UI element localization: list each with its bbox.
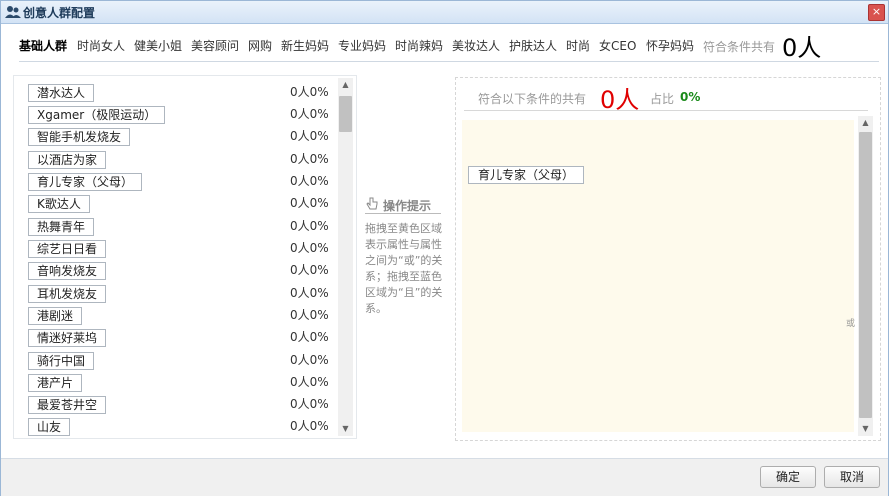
tab-skincare[interactable]: 护肤达人 bbox=[509, 37, 557, 54]
tabs-total-label: 符合条件共有 bbox=[703, 40, 776, 54]
tab-beauty-advisor[interactable]: 美容顾问 bbox=[191, 37, 239, 54]
hint-divider bbox=[365, 213, 441, 214]
audience-chip[interactable]: 以酒店为家 bbox=[28, 151, 107, 169]
audience-count: 0人0% bbox=[290, 241, 329, 255]
scroll-down-icon[interactable]: ▼ bbox=[858, 422, 873, 436]
tab-pregnant-mom[interactable]: 怀孕妈妈 bbox=[646, 37, 694, 54]
title-bar[interactable]: 创意人群配置 × bbox=[1, 1, 888, 24]
audience-count: 0人0% bbox=[290, 196, 329, 210]
cancel-button[interactable]: 取消 bbox=[824, 466, 880, 488]
drop-zone-scrollbar[interactable]: ▲ ▼ bbox=[858, 116, 873, 436]
close-button[interactable]: × bbox=[868, 4, 885, 21]
hint-title: 操作提示 bbox=[383, 199, 432, 213]
category-tabs: 基础人群 时尚女人 健美小姐 美容顾问 网购 新生妈妈 专业妈妈 时尚辣妈 美妆… bbox=[19, 31, 879, 62]
audience-chip[interactable]: 山友 bbox=[28, 418, 71, 436]
audience-chip[interactable]: 潜水达人 bbox=[28, 84, 95, 102]
operation-hint: 操作提示 拖拽至黄色区域表示属性与属性之间为“或”的关系；拖拽至蓝色区域为“且”… bbox=[365, 197, 449, 315]
audience-count: 0人0% bbox=[290, 107, 329, 121]
or-label: 或 bbox=[846, 319, 856, 329]
tab-makeup[interactable]: 美妆达人 bbox=[452, 37, 500, 54]
scroll-up-icon[interactable]: ▲ bbox=[338, 78, 353, 92]
scroll-thumb[interactable] bbox=[859, 132, 872, 418]
audience-chip[interactable]: 情迷好莱坞 bbox=[28, 329, 107, 347]
audience-chip[interactable]: Xgamer（极限运动） bbox=[28, 106, 166, 124]
audience-count: 0人0% bbox=[290, 174, 329, 188]
audience-count: 0人0% bbox=[290, 219, 329, 233]
users-icon bbox=[5, 6, 21, 18]
or-drop-area[interactable]: 育儿专家（父母） 或 bbox=[462, 120, 856, 432]
tab-hot-mom[interactable]: 时尚辣妈 bbox=[395, 37, 443, 54]
dialog-footer: 确定 取消 bbox=[1, 458, 888, 496]
tab-pro-mom[interactable]: 专业妈妈 bbox=[338, 37, 386, 54]
drop-zone-label: 符合以下条件的共有 bbox=[478, 92, 587, 106]
tab-fashion[interactable]: 时尚 bbox=[566, 37, 590, 54]
tab-new-mom[interactable]: 新生妈妈 bbox=[281, 37, 329, 54]
audience-count: 0人0% bbox=[290, 330, 329, 344]
confirm-button[interactable]: 确定 bbox=[760, 466, 816, 488]
audience-count: 0人0% bbox=[290, 397, 329, 411]
ratio-value: 0% bbox=[680, 90, 701, 104]
audience-count: 0人0% bbox=[290, 129, 329, 143]
audience-count: 0人0% bbox=[290, 353, 329, 367]
audience-list: 潜水达人 0人0% Xgamer（极限运动） 0人0% 智能手机发烧友 0人0%… bbox=[13, 75, 357, 439]
tab-online-shopping[interactable]: 网购 bbox=[248, 37, 272, 54]
audience-chip[interactable]: 育儿专家（父母） bbox=[28, 173, 143, 191]
audience-count: 0人0% bbox=[290, 263, 329, 277]
audience-count: 0人0% bbox=[290, 286, 329, 300]
ratio-label: 占比 bbox=[650, 92, 675, 106]
audience-chip[interactable]: 热舞青年 bbox=[28, 218, 95, 236]
audience-chip[interactable]: 耳机发烧友 bbox=[28, 285, 107, 303]
audience-chip[interactable]: K歌达人 bbox=[28, 195, 90, 213]
audience-chip[interactable]: 音响发烧友 bbox=[28, 262, 107, 280]
scroll-down-icon[interactable]: ▼ bbox=[338, 422, 353, 436]
audience-chip[interactable]: 综艺日日看 bbox=[28, 240, 107, 258]
hand-pointer-icon bbox=[366, 197, 378, 210]
audience-chip[interactable]: 港产片 bbox=[28, 374, 83, 392]
audience-chip[interactable]: 智能手机发烧友 bbox=[28, 128, 131, 146]
scroll-thumb[interactable] bbox=[339, 96, 352, 132]
audience-count: 0人0% bbox=[290, 419, 329, 433]
audience-chip[interactable]: 港剧迷 bbox=[28, 307, 83, 325]
tab-fitness[interactable]: 健美小姐 bbox=[134, 37, 182, 54]
drop-zone-panel: 符合以下条件的共有 0人 占比 0% 育儿专家（父母） 或 ▲ ▼ bbox=[455, 77, 881, 441]
hint-text: 拖拽至黄色区域表示属性与属性之间为“或”的关系；拖拽至蓝色区域为“且”的关系。 bbox=[365, 222, 443, 315]
tab-fashion-women[interactable]: 时尚女人 bbox=[77, 37, 125, 54]
tab-basic[interactable]: 基础人群 bbox=[19, 37, 67, 54]
scroll-up-icon[interactable]: ▲ bbox=[858, 116, 873, 130]
drop-zone-header: 符合以下条件的共有 0人 占比 0% bbox=[464, 84, 868, 114]
tab-female-ceo[interactable]: 女CEO bbox=[599, 37, 636, 54]
audience-chip[interactable]: 最爱苍井空 bbox=[28, 396, 107, 414]
audience-count: 0人0% bbox=[290, 152, 329, 166]
dialog-window: 创意人群配置 × 基础人群 时尚女人 健美小姐 美容顾问 网购 新生妈妈 专业妈… bbox=[0, 0, 889, 496]
audience-chip[interactable]: 骑行中国 bbox=[28, 352, 95, 370]
list-scrollbar[interactable]: ▲ ▼ bbox=[338, 78, 353, 436]
window-title: 创意人群配置 bbox=[23, 6, 96, 20]
audience-count: 0人0% bbox=[290, 85, 329, 99]
selected-audience-chip[interactable]: 育儿专家（父母） bbox=[468, 166, 585, 184]
drop-zone-count: 0人 bbox=[600, 86, 640, 114]
tabs-total-count: 0人 bbox=[782, 34, 822, 62]
audience-count: 0人0% bbox=[290, 375, 329, 389]
audience-count: 0人0% bbox=[290, 308, 329, 322]
